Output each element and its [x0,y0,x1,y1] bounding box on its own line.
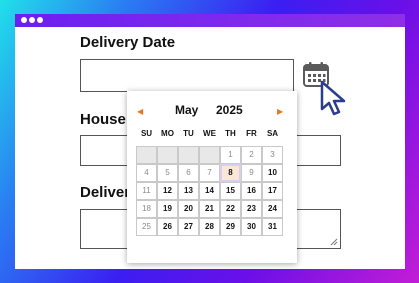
calendar-day[interactable]: 21 [199,200,220,218]
calendar-day[interactable]: 26 [157,218,178,236]
calendar-day[interactable]: 5 [157,164,178,182]
calendar-day[interactable]: 29 [220,218,241,236]
calendar-empty-cell [178,146,199,164]
calendar-day[interactable]: 20 [178,200,199,218]
calendar-day[interactable]: 6 [178,164,199,182]
delivery-date-label: Delivery Date [80,34,176,51]
year-label[interactable]: 2025 [216,103,243,117]
calendar-day[interactable]: 22 [220,200,241,218]
mouse-pointer-icon [320,80,346,116]
calendar-day[interactable]: 13 [178,182,199,200]
weekday-label: SA [266,129,279,138]
calendar-day[interactable]: 14 [199,182,220,200]
weekday-label: TH [225,129,236,138]
calendar-day[interactable]: 12 [157,182,178,200]
calendar-day[interactable]: 24 [262,200,283,218]
weekday-label: FR [246,129,257,138]
calendar-day[interactable]: 19 [157,200,178,218]
window-dot-icon[interactable] [21,17,27,23]
delivery-date-input[interactable] [80,59,294,92]
calendar-day[interactable]: 30 [241,218,262,236]
next-month-button[interactable]: ▶ [277,107,283,116]
resize-grip-icon[interactable] [330,238,338,246]
window-dot-icon[interactable] [37,17,43,23]
calendar-empty-cell [199,146,220,164]
calendar-day[interactable]: 11 [136,182,157,200]
weekday-label: WE [203,129,216,138]
calendar-day[interactable]: 4 [136,164,157,182]
month-label[interactable]: May [175,103,198,117]
calendar-day[interactable]: 23 [241,200,262,218]
calendar-day[interactable]: 1 [220,146,241,164]
calendar-empty-cell [157,146,178,164]
calendar-day[interactable]: 17 [262,182,283,200]
browser-window: Delivery Date House S Deliver ◀ May 2025… [15,14,405,269]
window-dot-icon[interactable] [29,17,35,23]
date-picker-popup: ◀ May 2025 ▶ 1 2 3 4 5 6 7 8 9 10 11 12 13 14 15 16 17 18… [127,91,297,263]
calendar-day[interactable]: 18 [136,200,157,218]
calendar-day[interactable]: 7 [199,164,220,182]
window-titlebar [15,14,405,27]
calendar-day[interactable]: 25 [136,218,157,236]
prev-month-button[interactable]: ◀ [137,107,143,116]
calendar-empty-cell [136,146,157,164]
calendar-day[interactable]: 3 [262,146,283,164]
weekday-label: SU [140,129,153,138]
calendar-day[interactable]: 27 [178,218,199,236]
calendar-day[interactable]: 2 [241,146,262,164]
calendar-day[interactable]: 9 [241,164,262,182]
delivery-instructions-label: Deliver [80,184,131,201]
calendar-day[interactable]: 31 [262,218,283,236]
calendar-day[interactable]: 28 [199,218,220,236]
weekday-label: TU [183,129,194,138]
calendar-day[interactable]: 16 [241,182,262,200]
calendar-day[interactable]: 15 [220,182,241,200]
weekday-label: MO [161,129,174,138]
calendar-grid: 1 2 3 4 5 6 7 8 9 10 11 12 13 14 15 16 17 18 19 20 21 22 23 24 2… [136,146,284,253]
calendar-day[interactable]: 10 [262,164,283,182]
calendar-day-today[interactable]: 8 [220,164,241,182]
